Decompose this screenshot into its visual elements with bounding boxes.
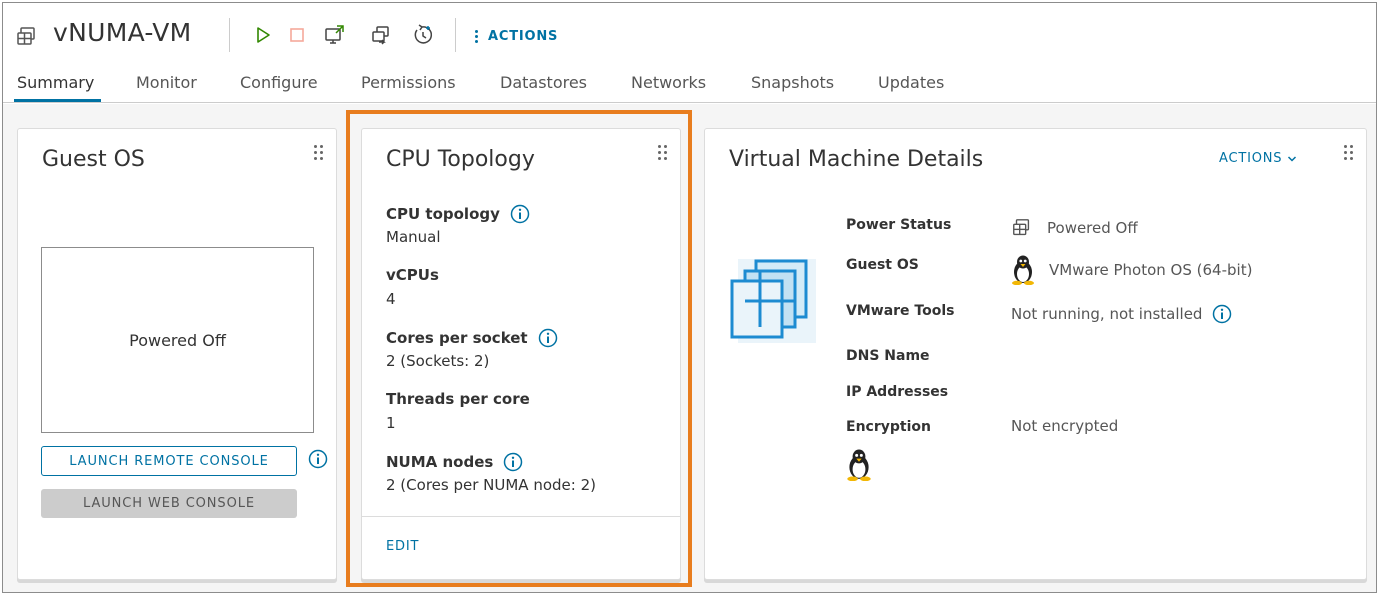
drag-handle-icon[interactable] (657, 145, 669, 163)
card-title: Virtual Machine Details (729, 147, 984, 172)
field-value-vcpus: 4 (386, 290, 396, 308)
card-title: Guest OS (42, 147, 145, 172)
kebab-icon (475, 28, 479, 45)
launch-console-icon[interactable] (323, 23, 347, 47)
info-icon[interactable] (503, 452, 523, 472)
linux-penguin-icon (846, 449, 872, 485)
prop-value-encryption: Not encrypted (1011, 417, 1118, 435)
chevron-down-icon (1288, 155, 1297, 162)
field-value-cores-per-socket: 2 (Sockets: 2) (386, 352, 490, 370)
summary-content: Guest OS Powered Off LAUNCH REMOTE CONSO… (3, 104, 1376, 592)
power-off-icon[interactable] (285, 23, 309, 47)
power-on-icon[interactable] (251, 23, 275, 47)
active-tab-indicator (14, 99, 101, 102)
field-label-threads-per-core: Threads per core (386, 390, 530, 408)
console-preview[interactable]: Powered Off (41, 247, 314, 433)
linux-penguin-icon (1011, 255, 1035, 285)
tab-snapshots[interactable]: Snapshots (751, 73, 834, 92)
prop-label-ip-addresses: IP Addresses (846, 384, 949, 400)
prop-value-power-status: Powered Off (1011, 217, 1138, 239)
card-title: CPU Topology (386, 147, 535, 172)
field-value-cpu-topology: Manual (386, 228, 441, 246)
tab-monitor[interactable]: Monitor (136, 73, 197, 92)
value-text: Powered Off (1047, 219, 1138, 237)
vm-summary-window: vNUMA-VM ACTIONS Summary Monitor Configu… (2, 2, 1377, 593)
info-icon[interactable] (510, 204, 530, 224)
field-label-text: Threads per core (386, 390, 530, 408)
snapshot-icon[interactable] (411, 23, 435, 47)
value-text: VMware Photon OS (64-bit) (1049, 261, 1253, 279)
button-label: LAUNCH WEB CONSOLE (83, 496, 255, 511)
prop-label-guest-os: Guest OS (846, 257, 919, 273)
prop-label-dns-name: DNS Name (846, 348, 930, 364)
info-icon[interactable] (308, 449, 328, 469)
prop-label-encryption: Encryption (846, 419, 931, 435)
field-label-text: CPU topology (386, 205, 500, 223)
vm-details-card: Virtual Machine Details ACTIONS Power St… (704, 128, 1367, 580)
field-label-cores-per-socket: Cores per socket (386, 328, 558, 348)
field-label-vcpus: vCPUs (386, 266, 439, 284)
launch-remote-console-button[interactable]: LAUNCH REMOTE CONSOLE (41, 446, 297, 476)
card-actions-button[interactable]: ACTIONS (1219, 151, 1297, 166)
field-value-threads-per-core: 1 (386, 414, 396, 432)
tab-datastores[interactable]: Datastores (500, 73, 587, 92)
drag-handle-icon[interactable] (1343, 145, 1355, 163)
info-icon[interactable] (1212, 304, 1232, 324)
prop-value-vmware-tools: Not running, not installed (1011, 304, 1232, 324)
console-state-text: Powered Off (129, 330, 226, 350)
value-text: Not running, not installed (1011, 305, 1203, 323)
field-label-text: Cores per socket (386, 329, 528, 347)
actions-label: ACTIONS (488, 28, 559, 44)
tab-permissions[interactable]: Permissions (361, 73, 456, 92)
field-label-cpu-topology: CPU topology (386, 204, 530, 224)
value-text: Not encrypted (1011, 417, 1119, 435)
tab-configure[interactable]: Configure (240, 73, 318, 92)
tab-updates[interactable]: Updates (878, 73, 944, 92)
toolbar-divider (455, 18, 456, 52)
field-label-text: vCPUs (386, 266, 439, 284)
cpu-topology-card: CPU Topology CPU topology Manual vCPUs 4… (361, 128, 681, 580)
tab-networks[interactable]: Networks (631, 73, 706, 92)
page-title: vNUMA-VM (53, 18, 192, 47)
virtual-machine-icon (1011, 217, 1033, 239)
info-icon[interactable] (538, 328, 558, 348)
drag-handle-icon[interactable] (313, 145, 325, 163)
migrate-icon[interactable] (369, 23, 393, 47)
edit-button[interactable]: EDIT (386, 539, 419, 554)
tab-bar: Summary Monitor Configure Permissions Da… (3, 65, 1376, 103)
launch-web-console-button[interactable]: LAUNCH WEB CONSOLE (41, 489, 297, 518)
actions-menu-button[interactable]: ACTIONS (475, 25, 558, 47)
guest-os-card: Guest OS Powered Off LAUNCH REMOTE CONSO… (17, 128, 337, 580)
prop-label-vmware-tools: VMware Tools (846, 303, 955, 319)
card-divider (362, 516, 680, 517)
tab-summary[interactable]: Summary (17, 73, 94, 92)
field-label-text: NUMA nodes (386, 453, 494, 471)
field-label-numa-nodes: NUMA nodes (386, 452, 523, 472)
toolbar-divider (229, 18, 230, 52)
virtual-machine-graphic-icon (730, 257, 816, 349)
prop-label-power-status: Power Status (846, 217, 952, 233)
vm-header: vNUMA-VM ACTIONS (3, 3, 1376, 65)
prop-value-guest-os: VMware Photon OS (64-bit) (1011, 255, 1252, 285)
button-label: LAUNCH REMOTE CONSOLE (69, 453, 269, 469)
field-value-numa-nodes: 2 (Cores per NUMA node: 2) (386, 476, 596, 494)
virtual-machine-icon (15, 25, 39, 49)
actions-label: ACTIONS (1219, 151, 1283, 166)
